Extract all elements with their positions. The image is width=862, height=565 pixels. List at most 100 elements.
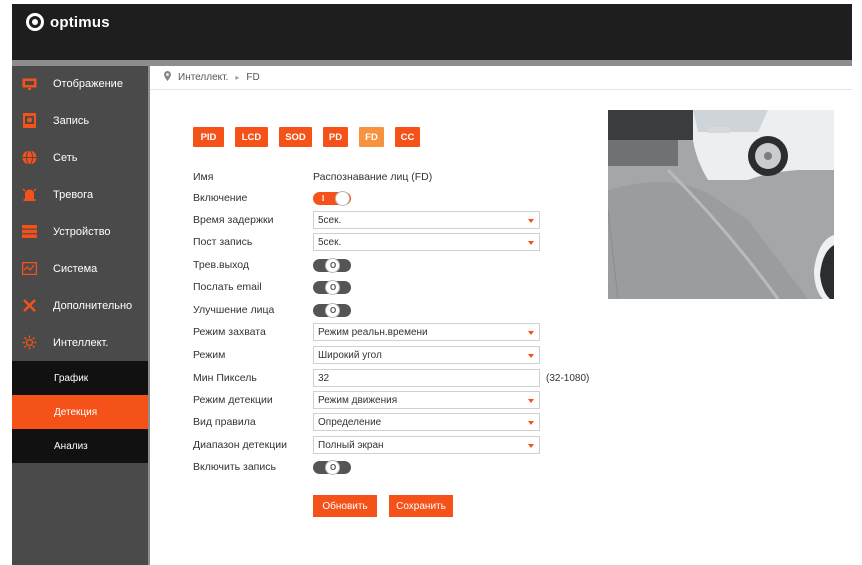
name-label: Имя xyxy=(193,171,214,183)
toggle-state-text: I xyxy=(322,193,325,203)
capture-mode-value: Режим реальн.времени xyxy=(318,326,428,338)
breadcrumb-section[interactable]: Интеллект. xyxy=(178,72,228,83)
min-pixel-input[interactable]: 32 xyxy=(313,369,540,387)
min-pixel-label: Мин Пиксель xyxy=(193,372,257,384)
detect-range-select[interactable]: Полный экран xyxy=(313,436,540,454)
face-enhance-label: Улучшение лица xyxy=(193,304,275,316)
delay-label: Время задержки xyxy=(193,214,274,226)
camera-preview xyxy=(608,110,834,299)
sidebar: Отображение Запись Сеть Тревога Устройст… xyxy=(12,66,148,565)
row-alarm-out: Трев.выход O xyxy=(193,255,351,275)
tab-lcd[interactable]: LCD xyxy=(235,127,268,147)
sidebar-item-record[interactable]: Запись xyxy=(12,102,148,139)
min-pixel-range-hint: (32-1080) xyxy=(546,372,590,384)
face-enhance-toggle[interactable]: O xyxy=(313,302,351,318)
tools-icon xyxy=(22,298,37,313)
sidebar-item-device[interactable]: Устройство xyxy=(12,213,148,250)
sidebar-item-label: Тревога xyxy=(53,188,94,201)
camera-preview-image xyxy=(608,110,834,299)
row-post-record: Пост запись 5сек. xyxy=(193,232,540,252)
toggle-state-text: O xyxy=(330,282,337,292)
capture-mode-select[interactable]: Режим реальн.времени xyxy=(313,323,540,341)
alarm-out-toggle[interactable]: O xyxy=(313,257,351,273)
row-face-enhance: Улучшение лица O xyxy=(193,300,351,320)
name-value: Распознавание лиц (FD) xyxy=(313,171,433,183)
intellect-icon xyxy=(22,335,37,350)
row-detect-range: Диапазон детекции Полный экран xyxy=(193,435,540,455)
row-capture-mode: Режим захвата Режим реальн.времени xyxy=(193,322,540,342)
alarm-icon xyxy=(22,187,37,202)
tab-sod[interactable]: SOD xyxy=(279,127,312,147)
sidebar-item-label: Дополнительно xyxy=(53,299,133,312)
detect-mode-select[interactable]: Режим движения xyxy=(313,391,540,409)
optimus-logo-icon xyxy=(26,13,44,31)
breadcrumb: Интеллект. ▸ FD xyxy=(150,66,852,90)
record-icon xyxy=(22,113,37,128)
post-record-value: 5сек. xyxy=(318,236,342,248)
row-mode: Режим Широкий угол xyxy=(193,345,540,365)
enable-record-toggle[interactable]: O xyxy=(313,459,351,475)
sidebar-item-intellect[interactable]: Интеллект. xyxy=(12,324,148,361)
tab-cc[interactable]: CC xyxy=(395,127,420,147)
detection-tabs: PID LCD SOD PD FD CC xyxy=(193,127,431,147)
submenu-item-analysis[interactable]: Анализ xyxy=(12,429,148,463)
sidebar-item-advanced[interactable]: Дополнительно xyxy=(12,287,148,324)
sidebar-item-alarm[interactable]: Тревога xyxy=(12,176,148,213)
intellect-submenu: График Детекция Анализ xyxy=(12,361,148,463)
row-rule-type: Вид правила Определение xyxy=(193,412,540,432)
detect-mode-value: Режим движения xyxy=(318,394,398,406)
breadcrumb-separator-icon: ▸ xyxy=(235,73,240,82)
enable-record-label: Включить запись xyxy=(193,461,276,473)
mode-value: Широкий угол xyxy=(318,349,382,361)
breadcrumb-page: FD xyxy=(246,72,260,83)
row-enable: Включение I xyxy=(193,188,351,208)
send-email-toggle[interactable]: O xyxy=(313,279,351,295)
location-pin-icon xyxy=(164,71,171,84)
sidebar-item-label: Запись xyxy=(53,114,90,127)
row-name: Имя Распознавание лиц (FD) xyxy=(193,167,432,187)
rule-type-label: Вид правила xyxy=(193,416,256,428)
min-pixel-value: 32 xyxy=(318,372,330,384)
top-bar: optimus xyxy=(0,0,862,60)
post-record-label: Пост запись xyxy=(193,236,253,248)
tab-pd[interactable]: PD xyxy=(323,127,348,147)
submenu-item-detection[interactable]: Детекция xyxy=(12,395,148,429)
sidebar-item-network[interactable]: Сеть xyxy=(12,139,148,176)
toggle-state-text: O xyxy=(330,462,337,472)
enable-label: Включение xyxy=(193,192,248,204)
refresh-button[interactable]: Обновить xyxy=(313,495,377,517)
enable-toggle[interactable]: I xyxy=(313,190,351,206)
system-icon xyxy=(22,261,37,276)
row-min-pixel: Мин Пиксель 32 (32-1080) xyxy=(193,368,589,388)
row-enable-record: Включить запись O xyxy=(193,457,351,477)
sidebar-item-label: Интеллект. xyxy=(53,336,109,349)
post-record-select[interactable]: 5сек. xyxy=(313,233,540,251)
rule-type-value: Определение xyxy=(318,416,382,428)
submenu-item-label: Детекция xyxy=(54,406,98,418)
row-send-email: Послать email O xyxy=(193,277,351,297)
sidebar-item-system[interactable]: Система xyxy=(12,250,148,287)
detect-mode-label: Режим детекции xyxy=(193,394,273,406)
brand-name: optimus xyxy=(50,13,110,31)
submenu-item-schedule[interactable]: График xyxy=(12,361,148,395)
rule-type-select[interactable]: Определение xyxy=(313,413,540,431)
main-panel: Интеллект. ▸ FD PID LCD SOD PD FD CC Имя… xyxy=(150,66,852,565)
detect-range-label: Диапазон детекции xyxy=(193,439,287,451)
tab-pid[interactable]: PID xyxy=(193,127,224,147)
toggle-state-text: O xyxy=(330,305,337,315)
save-button[interactable]: Сохранить xyxy=(389,495,453,517)
submenu-item-label: Анализ xyxy=(54,440,88,452)
sidebar-item-display[interactable]: Отображение xyxy=(12,66,148,102)
capture-mode-label: Режим захвата xyxy=(193,326,266,338)
tab-fd[interactable]: FD xyxy=(359,127,384,147)
sidebar-item-label: Система xyxy=(53,262,98,275)
mode-label: Режим xyxy=(193,349,226,361)
sidebar-item-label: Устройство xyxy=(53,225,111,238)
delay-select[interactable]: 5сек. xyxy=(313,211,540,229)
row-detect-mode: Режим детекции Режим движения xyxy=(193,390,540,410)
logo: optimus xyxy=(26,13,110,31)
toggle-knob xyxy=(335,190,350,206)
send-email-label: Послать email xyxy=(193,281,262,293)
mode-select[interactable]: Широкий угол xyxy=(313,346,540,364)
submenu-item-label: График xyxy=(54,372,89,384)
